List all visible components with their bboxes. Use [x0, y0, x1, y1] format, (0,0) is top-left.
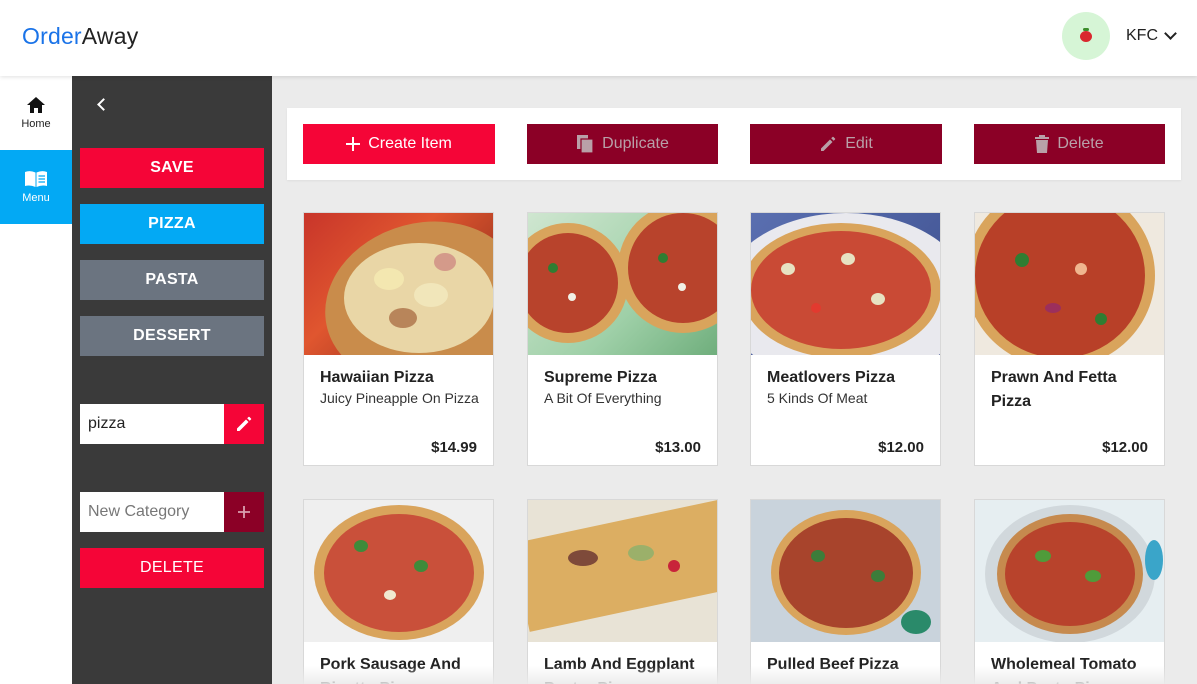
nav-item-menu[interactable]: Menu [0, 150, 72, 224]
menu-item-card[interactable]: Supreme Pizza A Bit Of Everything $13.00 [527, 212, 718, 466]
icon-sidebar: Home Menu [0, 76, 72, 684]
delete-item-button[interactable]: Delete [974, 124, 1165, 164]
item-name: Meatlovers Pizza [767, 369, 896, 386]
category-button-pasta[interactable]: PASTA [80, 260, 264, 300]
add-category-button[interactable] [224, 492, 264, 532]
menu-item-card[interactable]: Lamb And Eggplant Pastry Pizza [527, 499, 718, 684]
item-photo [304, 500, 493, 642]
category-button-pizza[interactable]: PIZZA [80, 204, 264, 244]
pencil-icon [821, 136, 836, 151]
account-avatar[interactable] [1062, 12, 1110, 60]
menu-item-card[interactable]: Pulled Beef Pizza [750, 499, 941, 684]
top-header: OrderAway KFC [0, 0, 1197, 76]
item-description: 5 Kinds Of Meat [767, 390, 868, 406]
delete-category-button[interactable]: DELETE [80, 548, 264, 588]
menu-item-card[interactable]: Pork Sausage And Risotto Pizza [303, 499, 494, 684]
chevron-down-icon [1164, 27, 1177, 40]
logo-text-order: Order [22, 23, 82, 49]
item-description: A Bit Of Everything [544, 390, 662, 406]
category-button-dessert[interactable]: DESSERT [80, 316, 264, 356]
plus-icon [238, 506, 250, 518]
item-name: Pulled Beef Pizza [767, 656, 899, 673]
chevron-left-icon[interactable] [94, 96, 110, 112]
menu-item-card[interactable]: Meatlovers Pizza 5 Kinds Of Meat $12.00 [750, 212, 941, 466]
nav-item-label: Menu [22, 192, 50, 204]
new-category-input[interactable] [80, 492, 224, 532]
item-name: Prawn And Fetta Pizza [991, 369, 1117, 410]
home-icon [27, 97, 45, 113]
item-price: $12.00 [878, 439, 924, 456]
item-photo [975, 500, 1164, 642]
item-price: $14.99 [431, 439, 477, 456]
account-name: KFC [1126, 27, 1158, 44]
item-name: Wholemeal Tomato And Pesto Pizza [991, 656, 1137, 684]
item-photo [528, 500, 717, 642]
item-photo [975, 213, 1164, 355]
edit-label: Edit [845, 135, 873, 152]
nav-item-home[interactable]: Home [0, 76, 72, 150]
item-name: Hawaiian Pizza [320, 369, 434, 386]
menu-item-card[interactable]: Wholemeal Tomato And Pesto Pizza [974, 499, 1165, 684]
item-photo [528, 213, 717, 355]
item-price: $12.00 [1102, 439, 1148, 456]
item-photo [304, 213, 493, 355]
menu-book-icon [25, 171, 47, 187]
create-item-button[interactable]: Create Item [303, 124, 495, 164]
rename-category-button[interactable] [224, 404, 264, 444]
app-logo[interactable]: OrderAway [22, 23, 138, 50]
pencil-icon [237, 416, 252, 431]
trash-icon [1035, 135, 1050, 153]
item-name: Pork Sausage And Risotto Pizza [320, 656, 461, 684]
menu-item-card[interactable]: Prawn And Fetta Pizza $12.00 [974, 212, 1165, 466]
category-name-input[interactable] [80, 404, 224, 444]
nav-item-label: Home [21, 118, 51, 130]
duplicate-label: Duplicate [602, 135, 669, 152]
item-name: Supreme Pizza [544, 369, 657, 386]
logo-text-away: Away [81, 23, 139, 49]
item-price: $13.00 [655, 439, 701, 456]
plus-icon [346, 137, 361, 151]
item-description: Juicy Pineapple On Pizza [320, 390, 479, 406]
edit-button[interactable]: Edit [750, 124, 942, 164]
item-name: Lamb And Eggplant Pastry Pizza [544, 656, 695, 684]
account-dropdown[interactable]: KFC [1126, 27, 1177, 45]
duplicate-button[interactable]: Duplicate [527, 124, 718, 164]
delete-item-label: Delete [1057, 135, 1104, 152]
copy-icon [577, 135, 594, 154]
item-photo [751, 500, 940, 642]
create-item-label: Create Item [368, 135, 452, 152]
tomato-icon [1080, 27, 1092, 42]
category-panel: SAVE PIZZA PASTA DESSERT DELETE [72, 76, 272, 684]
item-toolbar: Create Item Duplicate Edit Delete [287, 108, 1181, 180]
menu-item-card[interactable]: Hawaiian Pizza Juicy Pineapple On Pizza … [303, 212, 494, 466]
save-button[interactable]: SAVE [80, 148, 264, 188]
item-photo [751, 213, 940, 355]
